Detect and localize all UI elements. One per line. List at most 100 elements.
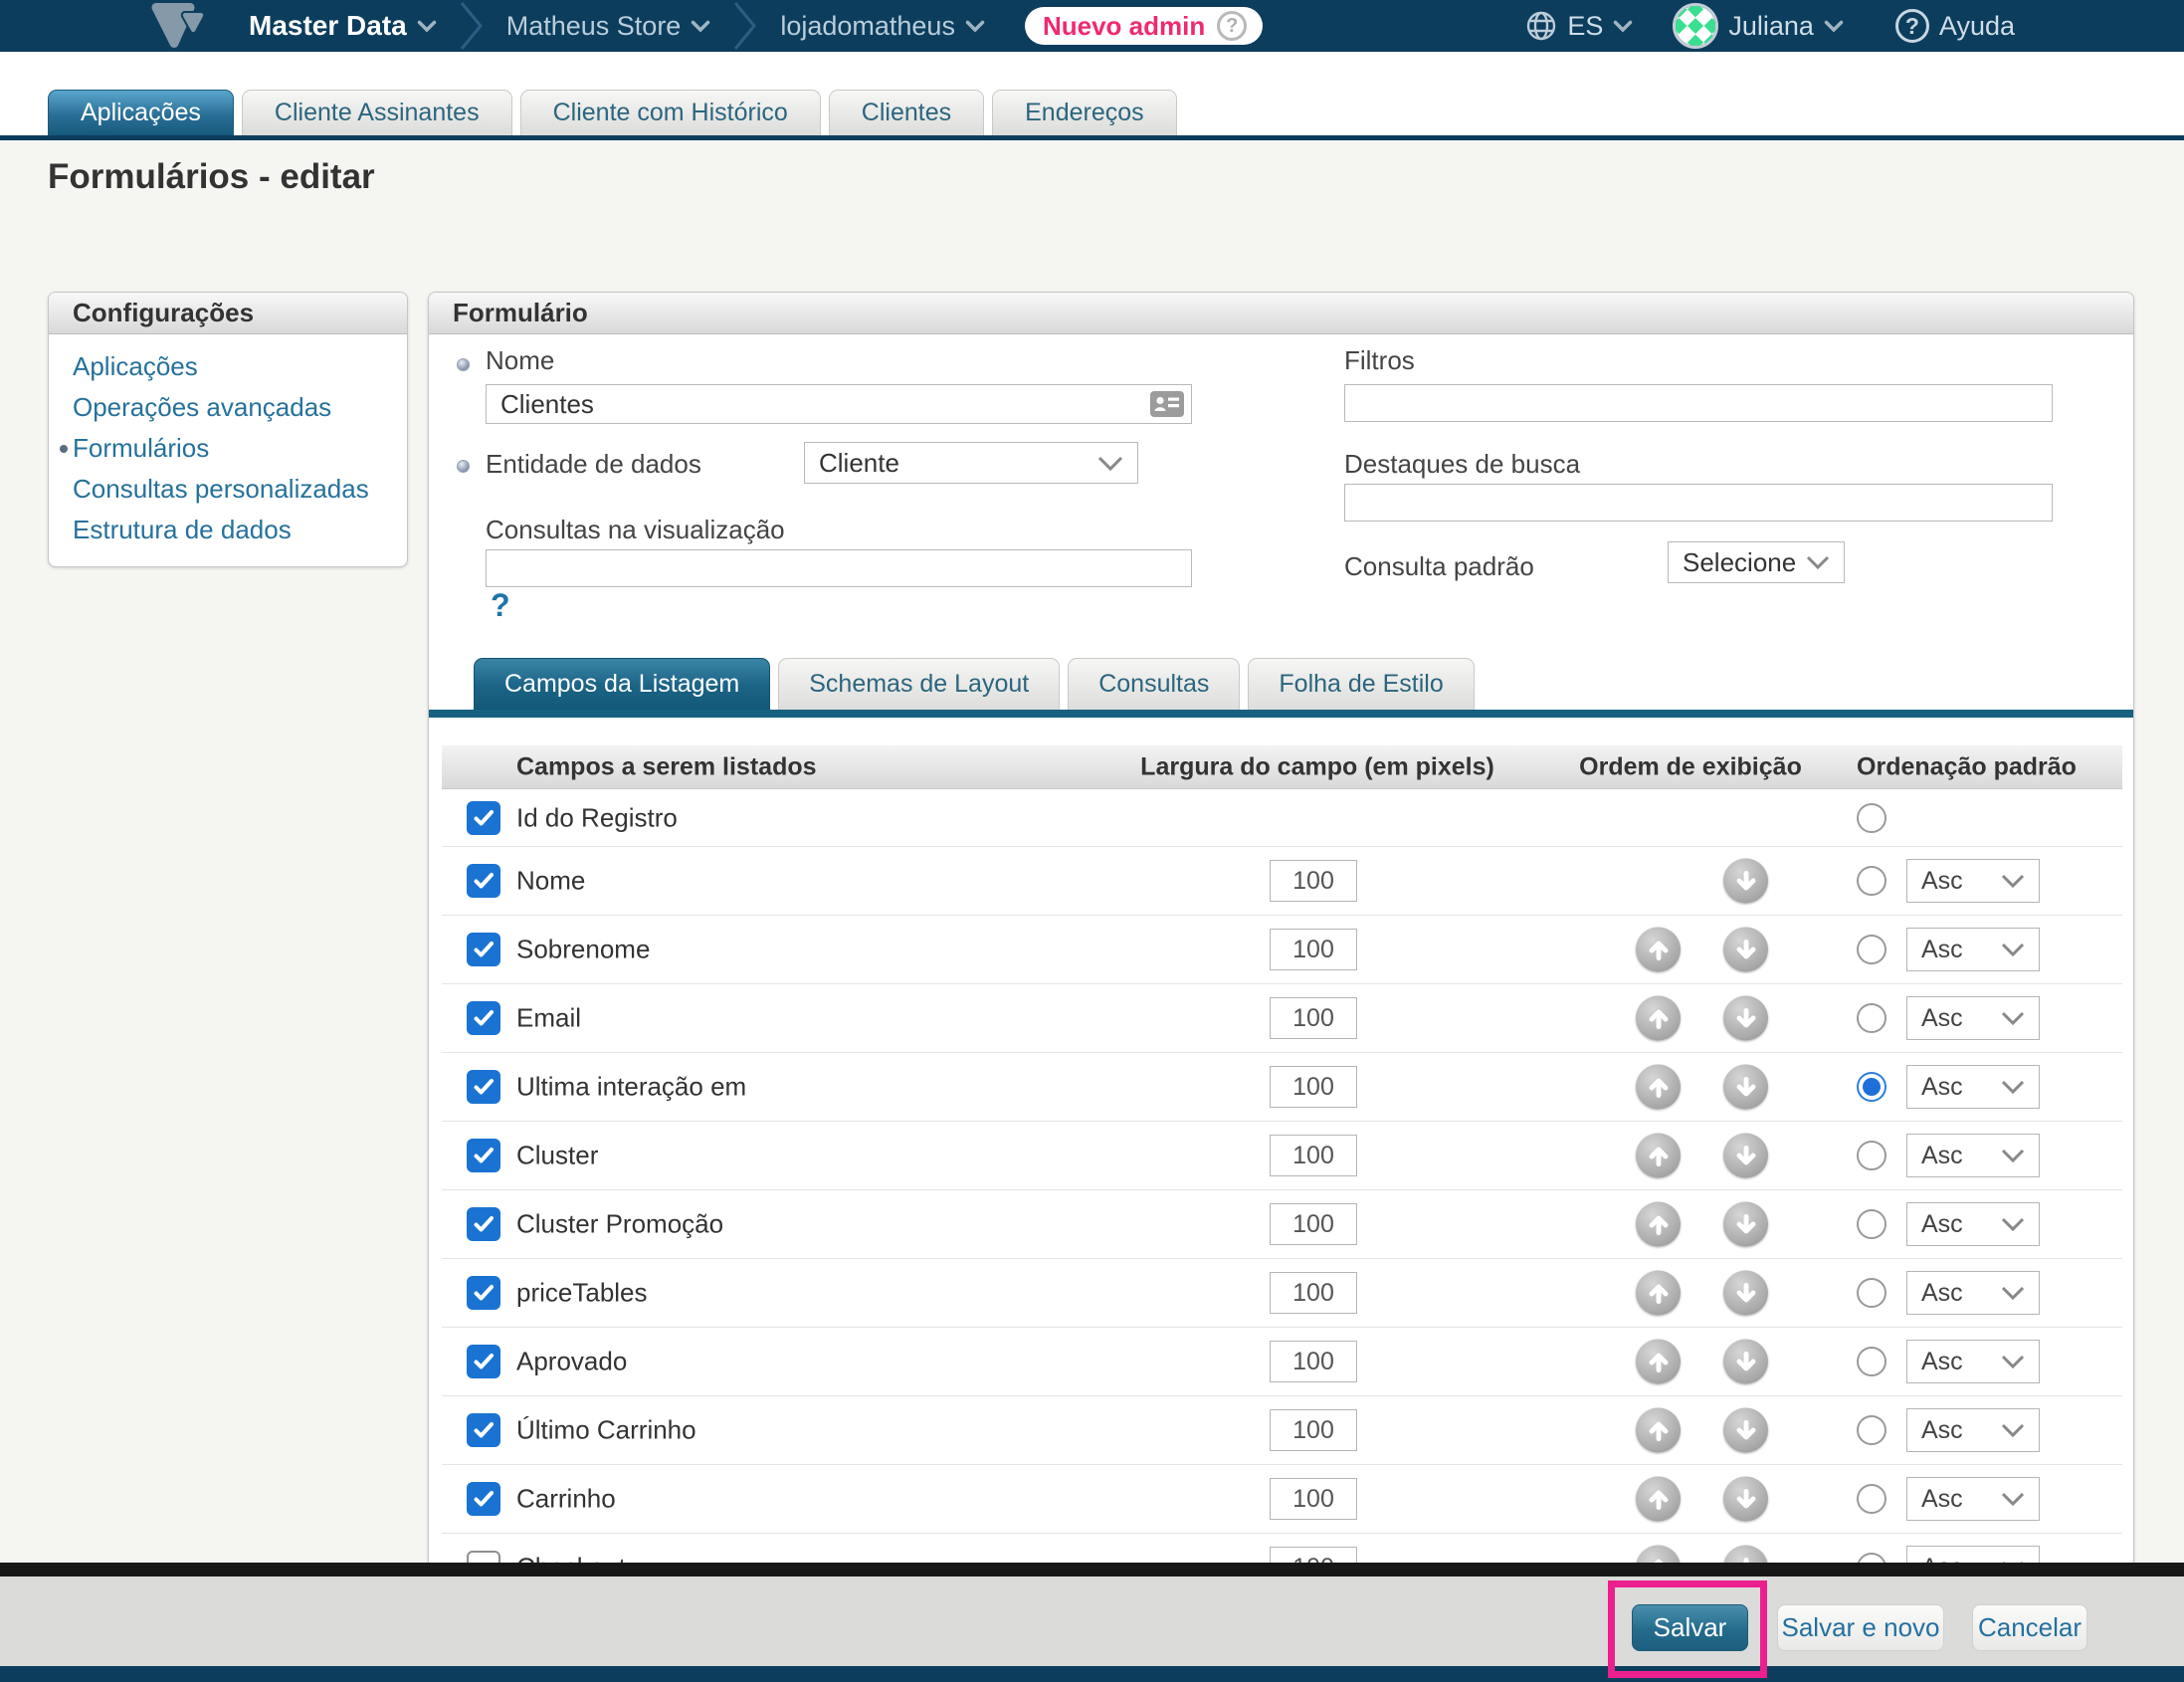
tab-clientes[interactable]: Clientes (829, 90, 984, 135)
move-down-button[interactable] (1723, 1340, 1768, 1384)
help-menu[interactable]: ? Ayuda (1895, 9, 2015, 43)
move-up-button[interactable] (1636, 1202, 1681, 1247)
sort-direction-select[interactable]: Asc (1906, 1408, 2040, 1452)
move-up-button[interactable] (1636, 1271, 1681, 1316)
tab-cliente-com-historico[interactable]: Cliente com Histórico (520, 90, 821, 135)
field-width-input[interactable] (1270, 1341, 1357, 1382)
nuevo-admin-badge[interactable]: Nuevo admin ? (1025, 7, 1263, 45)
sort-direction-select[interactable]: Asc (1906, 1477, 2040, 1521)
move-up-button[interactable] (1636, 1477, 1681, 1522)
sidebar-item-operacoes-avancadas[interactable]: Operações avançadas (49, 387, 407, 428)
field-width-input[interactable] (1270, 1203, 1357, 1245)
default-sort-radio[interactable] (1857, 935, 1886, 964)
move-up-button[interactable] (1636, 996, 1681, 1041)
save-and-new-button[interactable]: Salvar e novo (1777, 1604, 1944, 1651)
move-down-button[interactable] (1723, 1065, 1768, 1110)
field-checkbox[interactable] (467, 864, 500, 898)
field-width-input[interactable] (1270, 929, 1357, 970)
field-width-input[interactable] (1270, 1478, 1357, 1520)
move-up-button[interactable] (1636, 1340, 1681, 1384)
field-width-input[interactable] (1270, 1409, 1357, 1451)
breadcrumb-store[interactable]: Matheus Store (506, 11, 711, 42)
tab-consultas[interactable]: Consultas (1068, 658, 1240, 710)
field-checkbox[interactable] (467, 1207, 500, 1241)
nome-input[interactable] (486, 384, 1192, 424)
tab-campos-da-listagem[interactable]: Campos da Listagem (474, 658, 770, 710)
save-button[interactable]: Salvar (1632, 1604, 1748, 1651)
sort-direction-select[interactable]: Asc (1906, 928, 2040, 971)
tab-aplicacoes[interactable]: Aplicações (48, 90, 234, 135)
sort-direction-select[interactable]: Asc (1906, 1340, 2040, 1383)
field-checkbox[interactable] (467, 933, 500, 966)
breadcrumb-account[interactable]: lojadomatheus (780, 11, 985, 42)
help-circle-icon[interactable]: ? (1217, 11, 1247, 41)
tab-enderecos[interactable]: Endereços (992, 90, 1177, 135)
filtros-input[interactable] (1344, 384, 2053, 422)
sort-direction-select[interactable]: Asc (1906, 859, 2040, 903)
field-checkbox[interactable] (467, 1413, 500, 1447)
default-sort-radio[interactable] (1857, 1553, 1886, 1563)
move-down-button[interactable] (1723, 1271, 1768, 1316)
vtex-logo[interactable] (151, 3, 205, 49)
tab-cliente-assinantes[interactable]: Cliente Assinantes (242, 90, 512, 135)
move-up-button[interactable] (1636, 1065, 1681, 1110)
consulta-padrao-select[interactable]: Selecione (1668, 541, 1845, 583)
default-sort-radio[interactable] (1857, 1484, 1886, 1514)
move-up-button[interactable] (1636, 1408, 1681, 1453)
move-down-button[interactable] (1723, 996, 1768, 1041)
sort-direction-select[interactable]: Asc (1906, 1271, 2040, 1315)
consultas-input[interactable] (486, 549, 1192, 587)
default-sort-radio[interactable] (1857, 803, 1886, 833)
tab-schemas-de-layout[interactable]: Schemas de Layout (778, 658, 1060, 710)
sidebar-item-estrutura-de-dados[interactable]: Estrutura de dados (49, 510, 407, 550)
field-checkbox[interactable] (467, 1345, 500, 1378)
default-sort-radio[interactable] (1857, 1141, 1886, 1170)
destaques-input[interactable] (1344, 484, 2053, 522)
default-sort-radio[interactable] (1857, 1415, 1886, 1445)
move-up-button[interactable] (1636, 928, 1681, 972)
sort-direction-select[interactable]: Asc (1906, 1202, 2040, 1246)
move-up-button[interactable] (1636, 1546, 1681, 1564)
sort-direction-select[interactable]: Asc (1906, 1065, 2040, 1109)
field-checkbox[interactable] (467, 1139, 500, 1172)
language-selector[interactable]: ES (1525, 10, 1633, 42)
consultas-help-icon[interactable]: ? (491, 587, 510, 624)
default-sort-radio[interactable] (1857, 1003, 1886, 1033)
default-sort-radio[interactable] (1857, 866, 1886, 896)
default-sort-radio[interactable] (1857, 1209, 1886, 1239)
sort-direction-select[interactable]: Asc (1906, 1546, 2040, 1563)
field-checkbox[interactable] (467, 1001, 500, 1035)
default-sort-radio[interactable] (1857, 1347, 1886, 1376)
move-down-button[interactable] (1723, 1202, 1768, 1247)
field-checkbox[interactable] (467, 801, 500, 835)
breadcrumb-product[interactable]: Master Data (249, 10, 437, 42)
field-width-input[interactable] (1270, 1135, 1357, 1176)
sidebar-item-consultas-personalizadas[interactable]: Consultas personalizadas (49, 469, 407, 510)
field-checkbox[interactable] (467, 1551, 500, 1563)
move-down-button[interactable] (1723, 859, 1768, 904)
field-width-input[interactable] (1270, 1066, 1357, 1108)
default-sort-radio[interactable] (1857, 1278, 1886, 1308)
field-checkbox[interactable] (467, 1482, 500, 1516)
field-checkbox[interactable] (467, 1070, 500, 1104)
entidade-select[interactable]: Cliente (804, 442, 1138, 484)
sort-direction-select[interactable]: Asc (1906, 996, 2040, 1040)
move-down-button[interactable] (1723, 1477, 1768, 1522)
cancel-button[interactable]: Cancelar (1972, 1604, 2087, 1651)
sort-direction-select[interactable]: Asc (1906, 1134, 2040, 1177)
move-down-button[interactable] (1723, 1408, 1768, 1453)
tab-folha-de-estilo[interactable]: Folha de Estilo (1248, 658, 1474, 710)
field-width-input[interactable] (1270, 860, 1357, 902)
sidebar-item-formularios[interactable]: Formulários (49, 428, 407, 469)
field-checkbox[interactable] (467, 1276, 500, 1310)
move-down-button[interactable] (1723, 1546, 1768, 1564)
move-down-button[interactable] (1723, 928, 1768, 972)
field-width-input[interactable] (1270, 1272, 1357, 1314)
sidebar-item-aplicacoes[interactable]: Aplicações (49, 346, 407, 387)
move-up-button[interactable] (1636, 1134, 1681, 1178)
move-down-button[interactable] (1723, 1134, 1768, 1178)
user-menu[interactable]: Juliana (1673, 3, 1844, 49)
default-sort-radio[interactable] (1857, 1072, 1886, 1102)
contact-card-icon[interactable] (1150, 391, 1184, 422)
field-width-input[interactable] (1270, 997, 1357, 1039)
